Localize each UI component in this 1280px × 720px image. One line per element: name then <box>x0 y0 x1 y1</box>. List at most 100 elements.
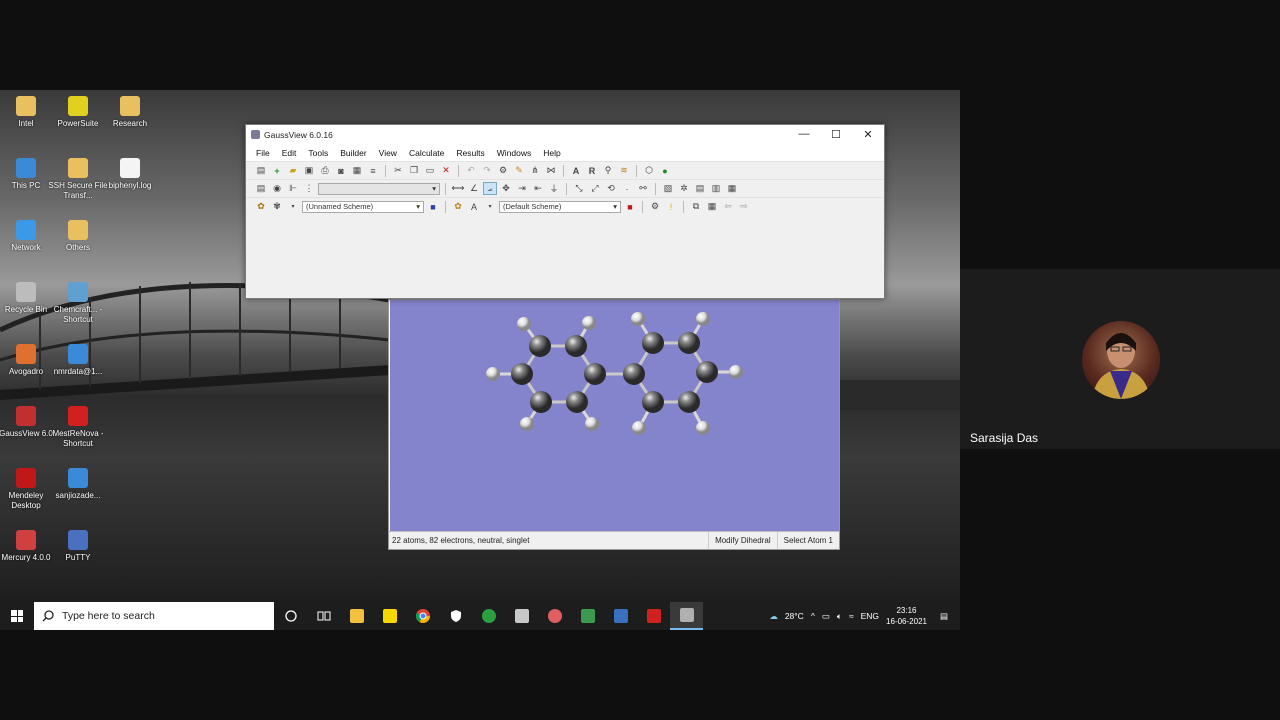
view-a-icon[interactable]: ▧ <box>661 182 675 195</box>
menu-tools[interactable]: Tools <box>302 148 334 158</box>
font-icon[interactable]: A <box>467 200 481 213</box>
menu-help[interactable]: Help <box>537 148 566 158</box>
view-e-icon[interactable]: ▦ <box>725 182 739 195</box>
language-indicator[interactable]: ENG <box>861 611 879 621</box>
carbon-atom[interactable] <box>696 361 718 383</box>
display-icon[interactable]: ✿ <box>254 200 268 213</box>
bond-length-icon[interactable]: ⟷ <box>451 182 465 195</box>
molecule-canvas[interactable] <box>390 300 839 532</box>
app-icon[interactable] <box>472 602 505 630</box>
print-icon[interactable]: ⎙ <box>318 164 332 177</box>
maximize-button[interactable]: ☐ <box>820 128 852 141</box>
carbon-atom[interactable] <box>529 335 551 357</box>
point-group-icon[interactable]: ⋈ <box>544 164 558 177</box>
text-r-icon[interactable]: R <box>585 164 599 177</box>
delete-icon[interactable]: ✕ <box>439 164 453 177</box>
select-icon[interactable]: ⤡ <box>572 182 586 195</box>
hydrogen-atom[interactable] <box>585 417 599 431</box>
carbon-atom[interactable] <box>678 332 700 354</box>
carbon-atom[interactable] <box>623 363 645 385</box>
chevron-up-icon[interactable]: ^ <box>811 611 815 621</box>
taskbar-search-box[interactable]: Type here to search <box>34 602 274 630</box>
clean-icon[interactable]: ✎ <box>512 164 526 177</box>
ring-icon[interactable]: ⬡ <box>642 164 656 177</box>
menu-edit[interactable]: Edit <box>276 148 303 158</box>
record-icon[interactable]: ■ <box>623 200 637 213</box>
fragment-icon[interactable]: ▤ <box>254 182 268 195</box>
new-file-icon[interactable]: ▤ <box>254 164 268 177</box>
carbon-atom[interactable] <box>642 332 664 354</box>
cortana-icon[interactable] <box>274 602 307 630</box>
new-window-icon[interactable]: ⧉ <box>689 200 703 213</box>
app-icon[interactable] <box>505 602 538 630</box>
hydrogen-atom[interactable] <box>696 312 710 326</box>
menu-view[interactable]: View <box>373 148 403 158</box>
weather-icon[interactable]: ☁ <box>769 611 778 622</box>
desktop-icon-ssh-secure-file-transf[interactable]: SSH Secure File Transf... <box>48 158 108 201</box>
unnamed-scheme-select[interactable]: (Unnamed Scheme) ▾ <box>302 200 424 213</box>
menu-calculate[interactable]: Calculate <box>403 148 450 158</box>
dot-icon[interactable]: · <box>620 182 634 195</box>
list-icon[interactable]: ≡ <box>366 164 380 177</box>
security-icon[interactable] <box>439 602 472 630</box>
add-valence-icon[interactable]: ⇥ <box>515 182 529 195</box>
carbon-atom[interactable] <box>565 335 587 357</box>
minimize-button[interactable]: — <box>788 128 820 141</box>
layers-icon[interactable]: ≋ <box>617 164 631 177</box>
new-molecule-icon[interactable]: + <box>270 164 284 177</box>
battery-icon[interactable]: ▭ <box>822 611 830 622</box>
forward-arrow-icon[interactable]: ⇨ <box>737 200 751 213</box>
carbon-atom[interactable] <box>678 391 700 413</box>
symmetry-icon[interactable]: ⋔ <box>528 164 542 177</box>
hydrogen-atom[interactable] <box>486 367 500 381</box>
carbon-atom[interactable] <box>530 391 552 413</box>
bond-icon[interactable]: ⚲ <box>601 164 615 177</box>
menu-windows[interactable]: Windows <box>491 148 537 158</box>
back-arrow-icon[interactable]: ⇦ <box>721 200 735 213</box>
rotate-icon[interactable]: ⟲ <box>604 182 618 195</box>
desktop-icon-nmrdata-1[interactable]: nmrdata@1... <box>48 344 108 377</box>
gaussview-icon[interactable] <box>670 602 703 630</box>
carbon-atom[interactable] <box>584 363 606 385</box>
desktop-icon-biphenyl-log[interactable]: biphenyl.log <box>100 158 160 191</box>
carbon-atom[interactable] <box>642 391 664 413</box>
chrome-icon[interactable] <box>406 602 439 630</box>
scheme-icon[interactable]: ✾ <box>270 200 284 213</box>
default-scheme-select[interactable]: (Default Scheme) ▾ <box>499 200 621 213</box>
open-icon[interactable]: ▰ <box>286 164 300 177</box>
volume-icon[interactable]: 🔈︎ <box>837 611 842 622</box>
menu-builder[interactable]: Builder <box>334 148 372 158</box>
link-icon[interactable]: ⚯ <box>636 182 650 195</box>
hydrogen-atom[interactable] <box>582 316 596 330</box>
element-icon[interactable]: ◉ <box>270 182 284 195</box>
weather-temp[interactable]: 28°C <box>785 611 804 621</box>
camera-icon[interactable]: ◙ <box>334 164 348 177</box>
angle-icon[interactable]: ∠ <box>467 182 481 195</box>
clock[interactable]: 23:16 16-06-2021 <box>886 605 927 627</box>
sticky-notes-icon[interactable] <box>373 602 406 630</box>
paste-icon[interactable]: ▭ <box>423 164 437 177</box>
close-button[interactable]: ✕ <box>852 128 884 141</box>
desktop-icon-others[interactable]: Others <box>48 220 108 253</box>
desktop-icon-mestrenova-shortcut[interactable]: MestReNova - Shortcut <box>48 406 108 449</box>
undo-icon[interactable]: ↶ <box>464 164 478 177</box>
inquire-icon[interactable]: ✥ <box>499 182 513 195</box>
desktop-icon-sanjiozade[interactable]: sanjiozade... <box>48 468 108 501</box>
builder-icon[interactable]: ⚙ <box>496 164 510 177</box>
scheme-dropdown-icon[interactable]: ▾ <box>286 200 300 213</box>
notifications-icon[interactable]: ▤ <box>940 611 948 622</box>
desktop-icon-research[interactable]: Research <box>100 96 160 129</box>
cut-icon[interactable]: ✂ <box>391 164 405 177</box>
redo-icon[interactable]: ↷ <box>480 164 494 177</box>
acrobat-icon[interactable] <box>637 602 670 630</box>
task-view-icon[interactable] <box>307 602 340 630</box>
tile-icon[interactable]: ▦ <box>705 200 719 213</box>
carbon-atom[interactable] <box>511 363 533 385</box>
hydrogen-atom[interactable] <box>632 421 646 435</box>
desktop-icon-putty[interactable]: PuTTY <box>48 530 108 563</box>
carbon-atom[interactable] <box>566 391 588 413</box>
biphenyl-molecule[interactable] <box>390 300 839 532</box>
hydrogen-atom[interactable] <box>517 317 531 331</box>
zoom-icon[interactable]: ⤢ <box>588 182 602 195</box>
text-a-icon[interactable]: A <box>569 164 583 177</box>
